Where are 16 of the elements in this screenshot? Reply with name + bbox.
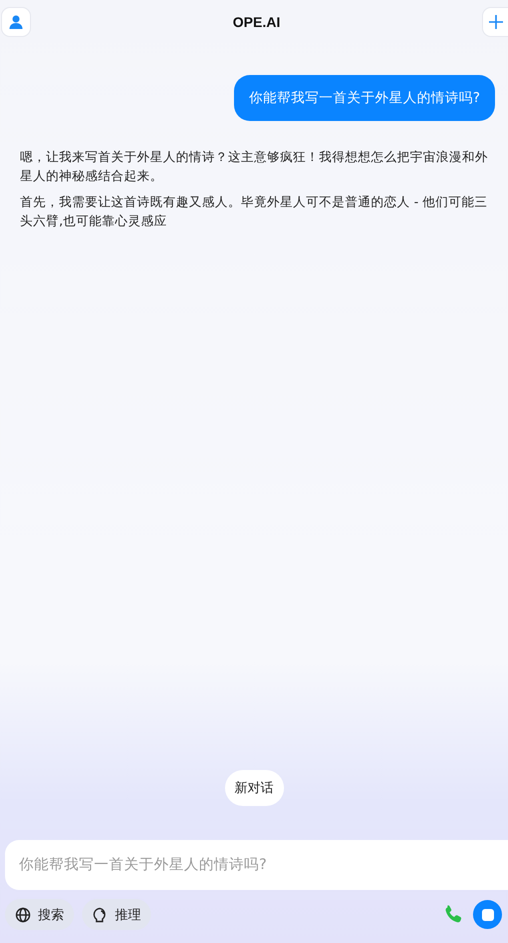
plus-icon xyxy=(488,14,504,30)
stop-icon xyxy=(482,908,494,920)
new-chat-button[interactable] xyxy=(482,7,508,37)
new-chat-chip[interactable]: 新对话 xyxy=(224,770,284,806)
bulb-icon xyxy=(92,906,108,922)
globe-icon xyxy=(15,906,31,922)
reply-paragraph: 嗯，让我来写首关于外星人的情诗？这主意够疯狂！我得想想怎么把宇宙浪漫和外星人的神秘感结合起来。 xyxy=(20,148,489,185)
stop-button[interactable] xyxy=(473,900,502,929)
person-icon xyxy=(8,14,24,30)
search-toggle[interactable]: 搜索 xyxy=(5,899,74,930)
profile-button[interactable] xyxy=(1,7,31,37)
message-input[interactable]: 你能帮我写一首关于外星人的情诗吗? xyxy=(5,840,508,890)
reasoning-toggle[interactable]: 推理 xyxy=(82,899,151,930)
user-message: 你能帮我写一首关于外星人的情诗吗? xyxy=(234,75,495,121)
reply-paragraph: 首先，我需要让这首诗既有趣又感人。毕竟外星人可不是普通的恋人 - 他们可能三头六臂,也可能靠心灵感应 xyxy=(20,193,488,230)
app-title: OPE.AI xyxy=(232,14,280,30)
